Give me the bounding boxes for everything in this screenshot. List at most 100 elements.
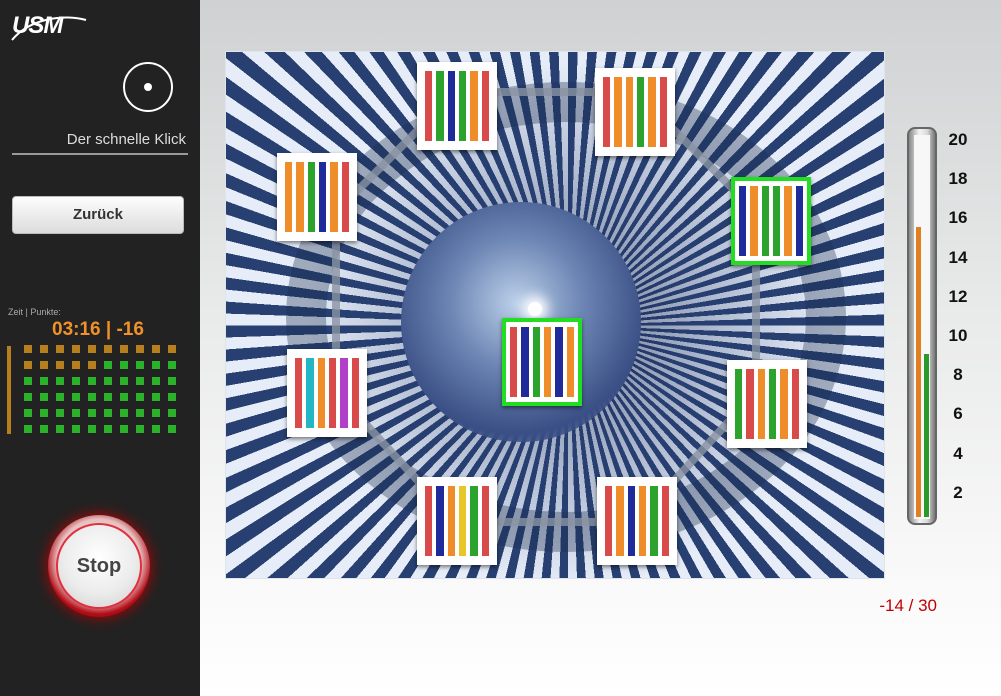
progress-dot [120, 393, 128, 401]
card-stripe [780, 369, 788, 439]
back-button[interactable]: Zurück [12, 196, 184, 234]
progress-dot [152, 425, 160, 433]
gauge-tick-label: 20 [948, 130, 968, 149]
progress-dot [104, 345, 112, 353]
progress-dot [72, 345, 80, 353]
progress-dot [24, 345, 32, 353]
gauge-tick-label: 6 [953, 404, 963, 424]
progress-dot [72, 425, 80, 433]
stripe-card-lower-right[interactable] [727, 360, 807, 448]
card-stripe [425, 71, 433, 141]
usm-logo: USM [12, 12, 63, 39]
game-stage [225, 51, 885, 579]
progress-dot [56, 393, 64, 401]
card-stripe [791, 369, 799, 439]
card-stripe [555, 327, 563, 397]
stop-button[interactable]: Stop [48, 515, 150, 617]
score-readout: -14 / 30 [879, 596, 937, 615]
progress-dot [136, 345, 144, 353]
card-stripe [458, 486, 467, 556]
stripe-card-bottom-left[interactable] [417, 477, 497, 565]
progress-dot [72, 393, 80, 401]
card-stripe [521, 327, 529, 397]
card-stripe [340, 358, 348, 428]
gauge-tick-label: 4 [953, 443, 963, 463]
gauge-tick-label: 2 [953, 482, 963, 502]
card-stripe [285, 162, 293, 232]
card-stripe [625, 77, 633, 147]
progress-dot [24, 425, 32, 433]
progress-dot [120, 425, 128, 433]
stripe-card-top-left[interactable] [417, 62, 497, 150]
card-stripe [306, 358, 314, 428]
gauge-track [914, 135, 930, 519]
stripe-card-lower-left[interactable] [287, 349, 367, 437]
progress-dot [152, 377, 160, 385]
progress-dot-grid [24, 345, 184, 435]
progress-dot [168, 409, 176, 417]
card-stripe [661, 486, 669, 556]
progress-dot [72, 409, 80, 417]
card-stripe [295, 358, 303, 428]
card-stripe [768, 369, 777, 439]
progress-dot [88, 393, 96, 401]
progress-dot [104, 409, 112, 417]
gauge-scale: 20 18 16 14 12 10 8 6 4 2 [940, 130, 980, 510]
card-stripe [636, 77, 645, 147]
progress-dot [88, 361, 96, 369]
card-stripe [307, 162, 315, 232]
progress-dot [104, 377, 112, 385]
stripe-card-upper-right[interactable] [731, 177, 811, 265]
progress-dot [88, 345, 96, 353]
stripe-card-center[interactable] [502, 318, 582, 406]
card-stripe [510, 327, 518, 397]
time-points-value: 03:16 | -16 [52, 319, 144, 340]
card-stripe [317, 358, 325, 428]
progress-dot [152, 393, 160, 401]
gauge-green-bar [924, 354, 929, 517]
progress-dot [120, 345, 128, 353]
card-stripe [566, 327, 574, 397]
card-stripe [470, 71, 478, 141]
progress-dot [168, 345, 176, 353]
card-stripe [328, 358, 337, 428]
card-stripe [648, 77, 656, 147]
card-stripe [750, 186, 758, 256]
progress-side-bar [7, 346, 11, 434]
card-stripe [532, 327, 540, 397]
progress-dot [24, 377, 32, 385]
stripe-card-bottom-right[interactable] [597, 477, 677, 565]
progress-dot [136, 377, 144, 385]
card-stripe [735, 369, 743, 439]
stop-button-label: Stop [56, 523, 142, 609]
progress-dot [104, 393, 112, 401]
card-stripe [318, 162, 327, 232]
level-gauge [907, 127, 937, 525]
card-stripe [351, 358, 359, 428]
card-stripe [436, 71, 444, 141]
progress-dot [40, 393, 48, 401]
progress-dot [56, 345, 64, 353]
stripe-card-top-right[interactable] [595, 68, 675, 156]
gauge-tick-label: 14 [948, 247, 968, 267]
card-stripe [795, 186, 803, 256]
progress-dot [136, 425, 144, 433]
progress-dot [72, 361, 80, 369]
card-stripe [659, 77, 667, 147]
stripe-card-upper-left[interactable] [277, 153, 357, 241]
gauge-tick-label: 10 [948, 326, 968, 345]
gauge-tick-label: 16 [948, 208, 968, 228]
progress-dot [56, 361, 64, 369]
progress-dot [40, 377, 48, 385]
card-stripe [739, 186, 747, 256]
progress-dot [152, 361, 160, 369]
gauge-tick-label: 18 [948, 169, 968, 189]
target-dot-icon [123, 62, 173, 112]
progress-dot [136, 361, 144, 369]
progress-dot [120, 361, 128, 369]
progress-dot [40, 345, 48, 353]
card-stripe [638, 486, 647, 556]
gauge-tick-label: 12 [948, 286, 968, 306]
progress-dot [168, 425, 176, 433]
progress-dot [88, 377, 96, 385]
